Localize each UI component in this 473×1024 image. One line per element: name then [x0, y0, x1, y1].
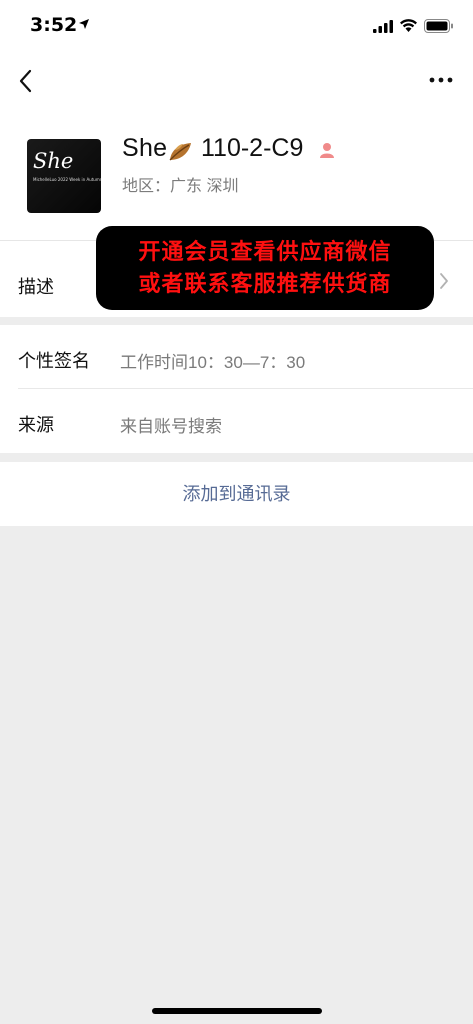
- nickname-part1: She: [122, 134, 168, 162]
- source-row: 来源 来自账号搜索: [0, 389, 473, 453]
- region-text: 地区：广东 深圳: [122, 178, 239, 195]
- more-options-icon[interactable]: [428, 72, 454, 88]
- back-chevron-icon[interactable]: [14, 66, 38, 96]
- source-value: 来自账号搜索: [120, 417, 222, 436]
- wifi-icon: [400, 19, 417, 32]
- chevron-right-icon: [440, 273, 448, 289]
- add-contact-label: 添加到通讯录: [182, 484, 291, 504]
- profile-header: She MichelleLuo 2022 Week in Autumn She …: [0, 106, 473, 240]
- gender-female-icon: [320, 143, 334, 158]
- nav-bar: [0, 56, 473, 106]
- info-section: 个性签名 工作时间10：30—7：30 来源 来自账号搜索: [0, 325, 473, 453]
- status-time: 3:52: [30, 14, 78, 36]
- leaf-emoji-icon: [169, 143, 191, 161]
- banner-line-1: 开通会员查看供应商微信: [138, 239, 392, 264]
- source-label: 来源: [18, 415, 54, 435]
- signature-label: 个性签名: [18, 351, 90, 371]
- signature-row: 个性签名 工作时间10：30—7：30: [0, 325, 473, 389]
- location-arrow-icon: [79, 19, 89, 29]
- home-indicator[interactable]: [152, 1008, 322, 1014]
- banner-line-2: 或者联系客服推荐供货商: [138, 271, 392, 296]
- avatar-subtext: MichelleLuo 2022 Week in Autumn: [33, 177, 101, 182]
- add-contact-button[interactable]: 添加到通讯录: [0, 462, 473, 526]
- battery-icon: [424, 19, 453, 33]
- promo-banner: 开通会员查看供应商微信 或者联系客服推荐供货商: [96, 226, 434, 310]
- signature-value: 工作时间10：30—7：30: [120, 353, 306, 372]
- cellular-signal-icon: [373, 20, 393, 33]
- avatar-logo-text: She: [33, 149, 74, 173]
- avatar[interactable]: She MichelleLuo 2022 Week in Autumn: [27, 139, 101, 213]
- status-bar: 3:52: [0, 0, 473, 56]
- description-label: 描述: [18, 277, 54, 297]
- nickname-part2: 110-2-C9: [201, 134, 304, 162]
